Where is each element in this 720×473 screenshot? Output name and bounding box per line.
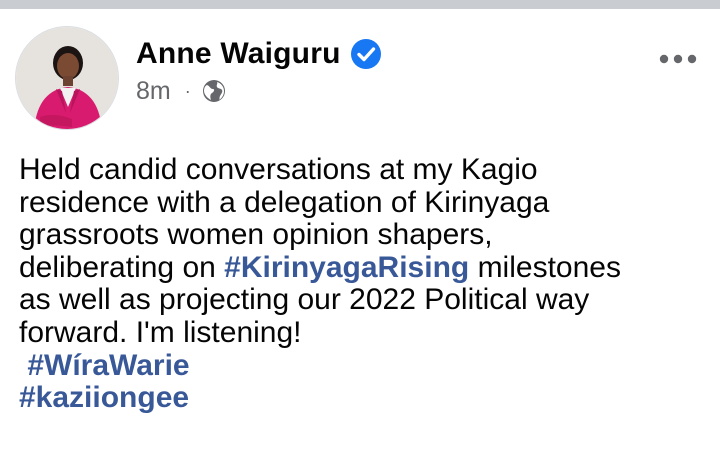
hashtag-link[interactable]: #kaziiongee — [19, 381, 189, 414]
post-text-line: forward. I'm listening! — [19, 315, 302, 349]
hashtag-link[interactable]: #WíraWarie — [27, 349, 189, 382]
hashtag-link[interactable]: #KirinyagaRising — [224, 251, 469, 284]
post-text-line: residence with a delegation of Kirinyaga — [19, 185, 550, 219]
profile-photo — [16, 27, 118, 129]
post-text-line: #WíraWarie — [19, 349, 709, 383]
post-text-line: grassroots women opinion shapers, — [19, 218, 493, 252]
meta-separator: · — [184, 80, 191, 101]
verified-badge-icon — [350, 38, 382, 70]
more-options-icon[interactable] — [658, 47, 698, 71]
facebook-post: Anne Waiguru 8m · Held candid conversati… — [0, 9, 720, 473]
post-body: Held candid conversations at my Kagio re… — [19, 153, 709, 415]
post-timestamp[interactable]: 8m — [136, 77, 171, 106]
post-text-line: #kaziiongee — [19, 381, 709, 415]
author-name[interactable]: Anne Waiguru — [136, 37, 341, 71]
post-header: Anne Waiguru — [136, 34, 382, 74]
globe-icon[interactable] — [201, 78, 227, 104]
post-text-line: deliberating on #KirinyagaRising milesto… — [19, 250, 709, 285]
post-text-segment: deliberating on — [19, 250, 225, 284]
post-text-line: as well as projecting our 2022 Political… — [19, 283, 590, 317]
post-text-segment: milestones — [469, 250, 621, 284]
feed-divider — [0, 0, 720, 9]
avatar[interactable] — [15, 26, 119, 130]
post-text-line: Held candid conversations at my Kagio — [19, 153, 538, 186]
post-meta: 8m · — [136, 75, 227, 107]
